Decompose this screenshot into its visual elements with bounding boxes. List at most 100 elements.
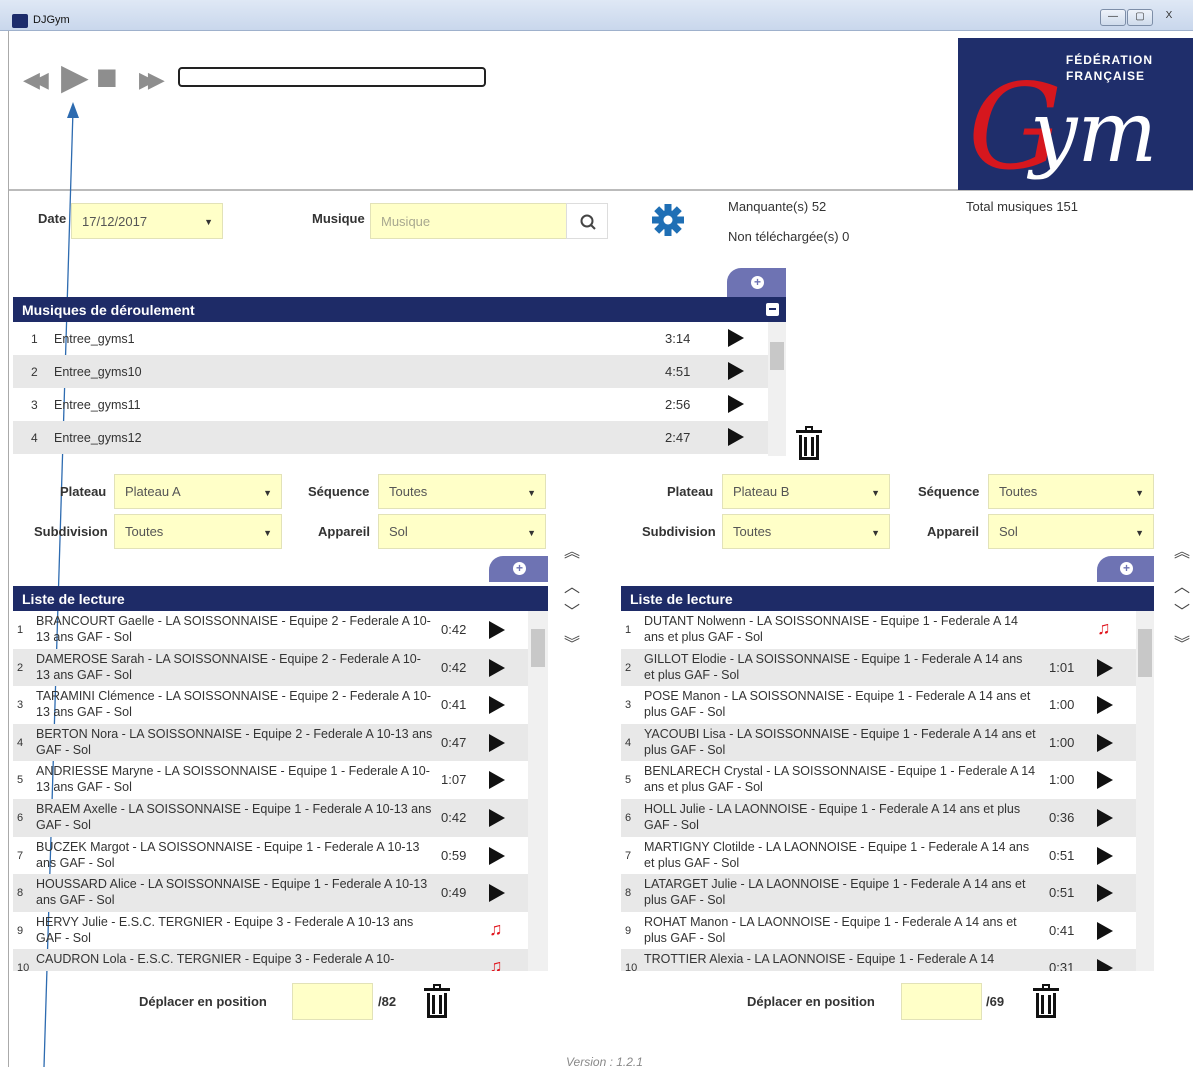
- track-duration: 1:00: [1049, 697, 1075, 713]
- list-item[interactable]: 3 Entree_gyms11 2:56: [13, 388, 768, 421]
- list-item[interactable]: 9 HERVY Julie - E.S.C. TERGNIER - Equipe …: [13, 912, 528, 950]
- right-total-count: /69: [986, 994, 1005, 1009]
- play-icon[interactable]: [1097, 733, 1113, 752]
- add-right-playlist-tab[interactable]: +: [1097, 556, 1154, 582]
- list-item[interactable]: 1 BRANCOURT Gaelle - LA SOISSONNAISE - Eq…: [13, 611, 528, 649]
- add-left-playlist-tab[interactable]: +: [489, 556, 548, 582]
- track-duration: 0:36: [1049, 810, 1075, 825]
- play-icon[interactable]: [728, 329, 744, 347]
- track-title: YACOUBI Lisa - LA SOISSONNAISE - Equipe …: [644, 726, 1036, 757]
- search-button[interactable]: [566, 203, 608, 239]
- appareil-select-right[interactable]: Sol ▼: [988, 514, 1154, 549]
- track-duration: 0:41: [441, 697, 467, 713]
- date-select[interactable]: 17/12/2017 ▼: [71, 203, 223, 239]
- list-item[interactable]: 2 GILLOT Elodie - LA SOISSONNAISE - Equip…: [621, 648, 1136, 687]
- play-icon[interactable]: [1097, 771, 1113, 790]
- right-playlist: 1 DUTANT Nolwenn - LA SOISSONNAISE - Equi…: [621, 611, 1136, 971]
- move-down-icon[interactable]: ﹀: [562, 605, 582, 621]
- plus-icon: +: [513, 562, 526, 575]
- plateau-label: Plateau: [60, 484, 107, 499]
- subdivision-select-right[interactable]: Toutes ▼: [722, 514, 890, 549]
- right-playlist-scrollbar[interactable]: [1136, 611, 1154, 971]
- list-item[interactable]: 5 ANDRIESSE Maryne - LA SOISSONNAISE - Eq…: [13, 761, 528, 799]
- list-item[interactable]: 4 YACOUBI Lisa - LA SOISSONNAISE - Equipe…: [621, 723, 1136, 762]
- program-list: 1 Entree_gyms1 3:14 2 Entree_gyms10 4:51…: [13, 322, 768, 456]
- track-duration: 1:01: [1049, 659, 1075, 675]
- program-scrollbar[interactable]: [768, 322, 786, 456]
- list-item[interactable]: 3 TARAMINI Clémence - LA SOISSONNAISE - E…: [13, 686, 528, 724]
- track-duration: 0:59: [441, 847, 467, 863]
- play-icon[interactable]: [1097, 884, 1113, 903]
- list-item[interactable]: 3 POSE Manon - LA SOISSONNAISE - Equipe 1…: [621, 686, 1136, 724]
- list-item[interactable]: 4 BERTON Nora - LA SOISSONNAISE - Equipe …: [13, 723, 528, 762]
- sequence-select-right[interactable]: Toutes ▼: [988, 474, 1154, 509]
- list-item[interactable]: 6 BRAEM Axelle - LA SOISSONNAISE - Equipe…: [13, 799, 528, 837]
- music-search-input[interactable]: Musique: [370, 203, 567, 239]
- sequence-label: Séquence: [308, 484, 370, 499]
- list-item[interactable]: 10 TROTTIER Alexia - LA LAONNOISE - Equip…: [621, 949, 1136, 971]
- move-up-icon[interactable]: ︿: [1172, 580, 1192, 596]
- list-item[interactable]: 8 LATARGET Julie - LA LAONNOISE - Equipe …: [621, 874, 1136, 912]
- appareil-select-left[interactable]: Sol ▼: [378, 514, 546, 549]
- play-icon[interactable]: [1097, 921, 1113, 940]
- subdivision-select-left[interactable]: Toutes ▼: [114, 514, 282, 549]
- chevron-down-icon: ▼: [527, 487, 536, 498]
- play-icon[interactable]: [489, 846, 505, 865]
- list-item[interactable]: 10 CAUDRON Lola - E.S.C. TERGNIER - Equip…: [13, 949, 528, 971]
- trash-icon[interactable]: [796, 426, 822, 460]
- date-label: Date: [38, 211, 67, 226]
- trash-icon[interactable]: [424, 984, 450, 1018]
- track-title: ANDRIESSE Maryne - LA SOISSONNAISE - Equ…: [36, 764, 430, 795]
- right-position-input[interactable]: [901, 983, 982, 1020]
- play-icon[interactable]: [489, 771, 505, 790]
- play-icon[interactable]: [728, 395, 744, 413]
- play-icon[interactable]: [489, 884, 505, 903]
- move-bottom-icon[interactable]: ︾: [562, 637, 582, 653]
- music-note-icon: ♫: [1097, 618, 1111, 638]
- move-up-icon[interactable]: ︿: [562, 580, 582, 596]
- plateau-select-left[interactable]: Plateau A ▼: [114, 474, 282, 509]
- collapse-button[interactable]: [766, 303, 779, 316]
- sequence-select-left[interactable]: Toutes ▼: [378, 474, 546, 509]
- move-position-label: Déplacer en position: [747, 994, 875, 1009]
- list-item[interactable]: 7 BUCZEK Margot - LA SOISSONNAISE - Equip…: [13, 837, 528, 875]
- list-item[interactable]: 2 DAMEROSE Sarah - LA SOISSONNAISE - Equi…: [13, 648, 528, 687]
- track-title: BUCZEK Margot - LA SOISSONNAISE - Equipe…: [36, 839, 420, 870]
- play-icon[interactable]: [489, 658, 505, 677]
- plateau-select-right[interactable]: Plateau B ▼: [722, 474, 890, 509]
- play-icon[interactable]: [489, 733, 505, 752]
- list-item[interactable]: 2 Entree_gyms10 4:51: [13, 355, 768, 388]
- left-playlist-scrollbar[interactable]: [528, 611, 548, 971]
- trash-icon[interactable]: [1033, 984, 1059, 1018]
- move-down-icon[interactable]: ﹀: [1172, 605, 1192, 621]
- list-item[interactable]: 8 HOUSSARD Alice - LA SOISSONNAISE - Equi…: [13, 874, 528, 912]
- play-icon[interactable]: [728, 428, 744, 446]
- play-icon[interactable]: [1097, 959, 1113, 971]
- move-top-icon[interactable]: ︽: [1172, 545, 1192, 561]
- add-program-music-tab[interactable]: +: [727, 268, 786, 298]
- list-item[interactable]: 7 MARTIGNY Clotilde - LA LAONNOISE - Equi…: [621, 837, 1136, 875]
- appareil-label: Appareil: [927, 524, 980, 539]
- play-icon[interactable]: [1097, 658, 1113, 677]
- list-item[interactable]: 1 DUTANT Nolwenn - LA SOISSONNAISE - Equi…: [621, 611, 1136, 649]
- play-icon[interactable]: [1097, 696, 1113, 715]
- track-duration: 0:47: [441, 734, 467, 750]
- gear-icon[interactable]: [651, 203, 685, 237]
- left-playlist: 1 BRANCOURT Gaelle - LA SOISSONNAISE - Eq…: [13, 611, 528, 971]
- left-total-count: /82: [378, 994, 397, 1009]
- play-icon[interactable]: [489, 621, 505, 639]
- list-item[interactable]: 5 BENLARECH Crystal - LA SOISSONNAISE - E…: [621, 761, 1136, 799]
- move-top-icon[interactable]: ︽: [562, 545, 582, 561]
- move-bottom-icon[interactable]: ︾: [1172, 637, 1192, 653]
- play-icon[interactable]: [728, 362, 744, 380]
- play-icon[interactable]: [489, 696, 505, 715]
- list-item[interactable]: 6 HOLL Julie - LA LAONNOISE - Equipe 1 - …: [621, 799, 1136, 837]
- play-icon[interactable]: [489, 809, 505, 827]
- play-icon[interactable]: [1097, 809, 1113, 827]
- list-item[interactable]: 9 ROHAT Manon - LA LAONNOISE - Equipe 1 -…: [621, 912, 1136, 950]
- track-title: HERVY Julie - E.S.C. TERGNIER - Equipe 3…: [36, 914, 414, 945]
- left-position-input[interactable]: [292, 983, 373, 1020]
- list-item[interactable]: 1 Entree_gyms1 3:14: [13, 322, 768, 355]
- play-icon[interactable]: [1097, 846, 1113, 865]
- list-item[interactable]: 4 Entree_gyms12 2:47: [13, 421, 768, 454]
